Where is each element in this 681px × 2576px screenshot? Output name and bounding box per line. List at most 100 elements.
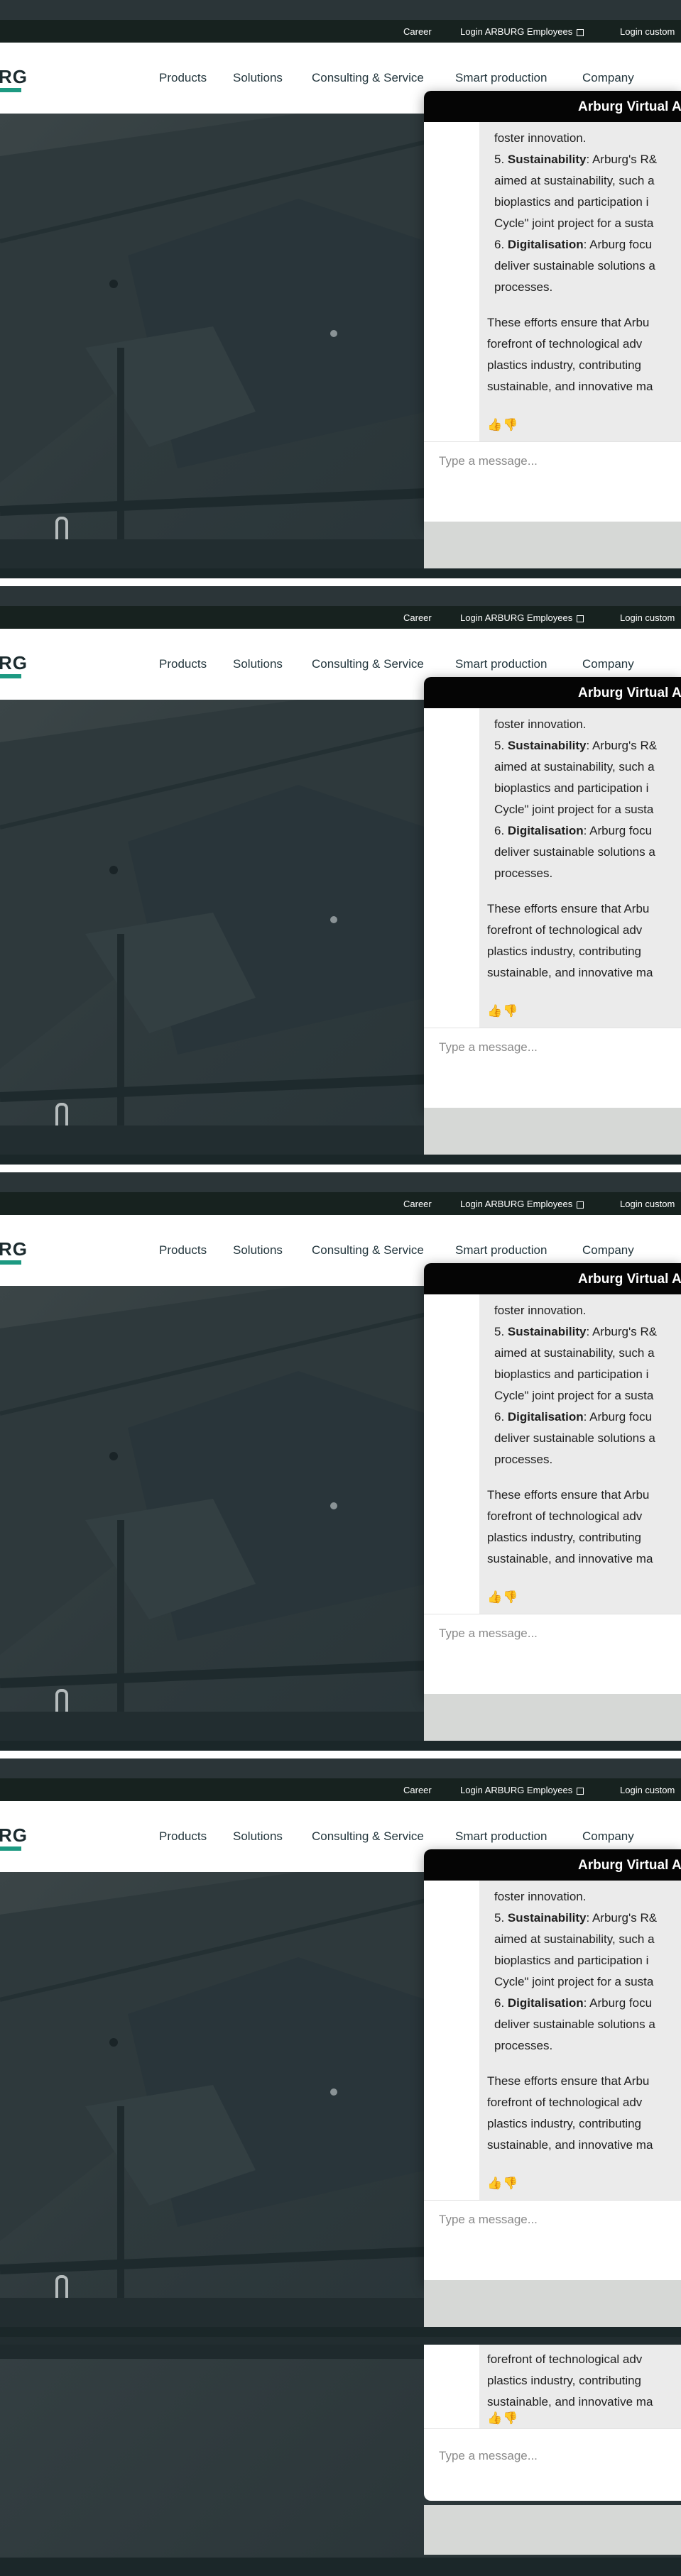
message-text: : Arburg's R& (586, 153, 658, 166)
chat-messages[interactable]: foster innovation. 5. Sustainability: Ar… (424, 708, 681, 1028)
chat-input-placeholder: Type a message... (439, 2213, 538, 2226)
thumbs-up-icon[interactable]: 👍 (487, 1590, 502, 1605)
message-line: 6. Digitalisation: Arburg focu (494, 1993, 652, 2014)
message-line: These efforts ensure that Arbu (487, 2074, 650, 2088)
career-link[interactable]: Career (403, 1199, 432, 1209)
thumbs-up-icon[interactable]: 👍 (487, 2411, 502, 2426)
message-line: 5. Sustainability: Arburg's R& (494, 1908, 657, 1929)
chat-input-placeholder: Type a message... (439, 1040, 538, 1054)
thumbs-down-icon[interactable]: 👎 (503, 1004, 518, 1018)
message-line: deliver sustainable solutions a (494, 845, 655, 859)
nav-item-company[interactable]: Company (582, 1243, 634, 1257)
virtual-assistant-chat: Arburg Virtual A foster innovation. 5. S… (424, 677, 681, 1113)
chat-input[interactable]: Type a message... (424, 2428, 681, 2501)
chat-input[interactable]: Type a message... (424, 1614, 681, 1700)
page-frame: Career Login ARBURG Employees Login cust… (0, 1172, 681, 1758)
message-line: sustainable, and innovative ma (487, 2395, 653, 2409)
message-text: : Arburg's R& (586, 1911, 658, 1925)
nav-item-solutions[interactable]: Solutions (233, 71, 283, 85)
career-link[interactable]: Career (403, 1785, 432, 1795)
login-employees-link[interactable]: Login ARBURG Employees (460, 26, 584, 37)
login-employees-link[interactable]: Login ARBURG Employees (460, 612, 584, 623)
login-employees-label: Login ARBURG Employees (460, 26, 573, 37)
login-customer-link[interactable]: Login custom (620, 1199, 675, 1209)
nav-item-smart-production[interactable]: Smart production (455, 1243, 547, 1257)
nav-item-consulting[interactable]: Consulting & Service (312, 657, 424, 671)
message-line: processes. (494, 280, 553, 294)
virtual-assistant-chat-partial: forefront of technological adv plastics … (424, 2345, 681, 2501)
bold-term: Digitalisation (507, 238, 584, 251)
nav-item-smart-production[interactable]: Smart production (455, 71, 547, 85)
arburg-logo[interactable]: RG (0, 1824, 28, 1846)
login-employees-link[interactable]: Login ARBURG Employees (460, 1785, 584, 1795)
nav-item-solutions[interactable]: Solutions (233, 657, 283, 671)
login-customer-link[interactable]: Login custom (620, 1785, 675, 1795)
message-line: processes. (494, 2039, 553, 2052)
message-line: Cycle" joint project for a susta (494, 216, 654, 230)
message-line: Cycle" joint project for a susta (494, 1389, 654, 1402)
nav-item-company[interactable]: Company (582, 657, 634, 671)
top-utility-bar: Career Login ARBURG Employees Login cust… (0, 1778, 681, 1801)
career-link[interactable]: Career (403, 26, 432, 37)
chat-input[interactable]: Type a message... (424, 2200, 681, 2286)
message-line: These efforts ensure that Arbu (487, 902, 650, 915)
message-line: deliver sustainable solutions a (494, 259, 655, 273)
nav-item-products[interactable]: Products (159, 1829, 207, 1844)
bold-term: Digitalisation (507, 824, 584, 837)
message-line: 5. Sustainability: Arburg's R& (494, 149, 657, 170)
chat-input[interactable]: Type a message... (424, 1028, 681, 1113)
message-line: deliver sustainable solutions a (494, 1431, 655, 1445)
list-number: 6. (494, 1410, 508, 1424)
bold-term: Digitalisation (507, 1410, 584, 1424)
nav-item-company[interactable]: Company (582, 1829, 634, 1844)
message-line: foster innovation. (494, 131, 587, 145)
message-line: 6. Digitalisation: Arburg focu (494, 1407, 652, 1428)
machine-detail-image (424, 1108, 681, 1155)
nav-item-products[interactable]: Products (159, 657, 207, 671)
message-line: processes. (494, 1453, 553, 1466)
external-link-icon (577, 28, 584, 36)
thumbs-down-icon[interactable]: 👎 (503, 2176, 518, 2191)
login-customer-link[interactable]: Login custom (620, 612, 675, 623)
message-line: foster innovation. (494, 1304, 587, 1317)
nav-item-consulting[interactable]: Consulting & Service (312, 1243, 424, 1257)
chat-header: Arburg Virtual A (424, 91, 681, 122)
arburg-logo[interactable]: RG (0, 1238, 28, 1260)
machine-detail-image (424, 522, 681, 568)
nav-item-solutions[interactable]: Solutions (233, 1829, 283, 1844)
thumbs-down-icon[interactable]: 👎 (503, 418, 518, 432)
thumbs-up-icon[interactable]: 👍 (487, 418, 502, 432)
nav-item-smart-production[interactable]: Smart production (455, 1829, 547, 1844)
thumbs-down-icon[interactable]: 👎 (503, 1590, 518, 1605)
chat-messages[interactable]: foster innovation. 5. Sustainability: Ar… (424, 1881, 681, 2200)
nav-item-products[interactable]: Products (159, 71, 207, 85)
nav-item-consulting[interactable]: Consulting & Service (312, 71, 424, 85)
chat-messages[interactable]: foster innovation. 5. Sustainability: Ar… (424, 122, 681, 441)
nav-item-products[interactable]: Products (159, 1243, 207, 1257)
thumbs-down-icon[interactable]: 👎 (503, 2411, 518, 2426)
nav-item-smart-production[interactable]: Smart production (455, 657, 547, 671)
message-line: Cycle" joint project for a susta (494, 1975, 654, 1988)
logo-underline (0, 1846, 21, 1851)
machine-detail-image (424, 2505, 681, 2555)
chat-messages[interactable]: foster innovation. 5. Sustainability: Ar… (424, 1294, 681, 1614)
message-line: forefront of technological adv (487, 2096, 643, 2109)
thumbs-up-icon[interactable]: 👍 (487, 2176, 502, 2191)
nav-item-solutions[interactable]: Solutions (233, 1243, 283, 1257)
login-customer-link[interactable]: Login custom (620, 26, 675, 37)
nav-item-consulting[interactable]: Consulting & Service (312, 1829, 424, 1844)
thumbs-up-icon[interactable]: 👍 (487, 1004, 502, 1018)
top-utility-bar: Career Login ARBURG Employees Login cust… (0, 20, 681, 43)
nav-item-company[interactable]: Company (582, 71, 634, 85)
hero-bottom-strip (0, 568, 681, 578)
bold-term: Sustainability (507, 1325, 587, 1338)
login-employees-link[interactable]: Login ARBURG Employees (460, 1199, 584, 1209)
login-employees-label: Login ARBURG Employees (460, 1199, 573, 1209)
arburg-logo[interactable]: RG (0, 66, 28, 88)
frame-separator (0, 1165, 681, 1172)
bold-term: Sustainability (507, 153, 587, 166)
career-link[interactable]: Career (403, 612, 432, 623)
arburg-logo[interactable]: RG (0, 652, 28, 674)
chat-input[interactable]: Type a message... (424, 441, 681, 527)
external-link-icon (577, 615, 584, 622)
